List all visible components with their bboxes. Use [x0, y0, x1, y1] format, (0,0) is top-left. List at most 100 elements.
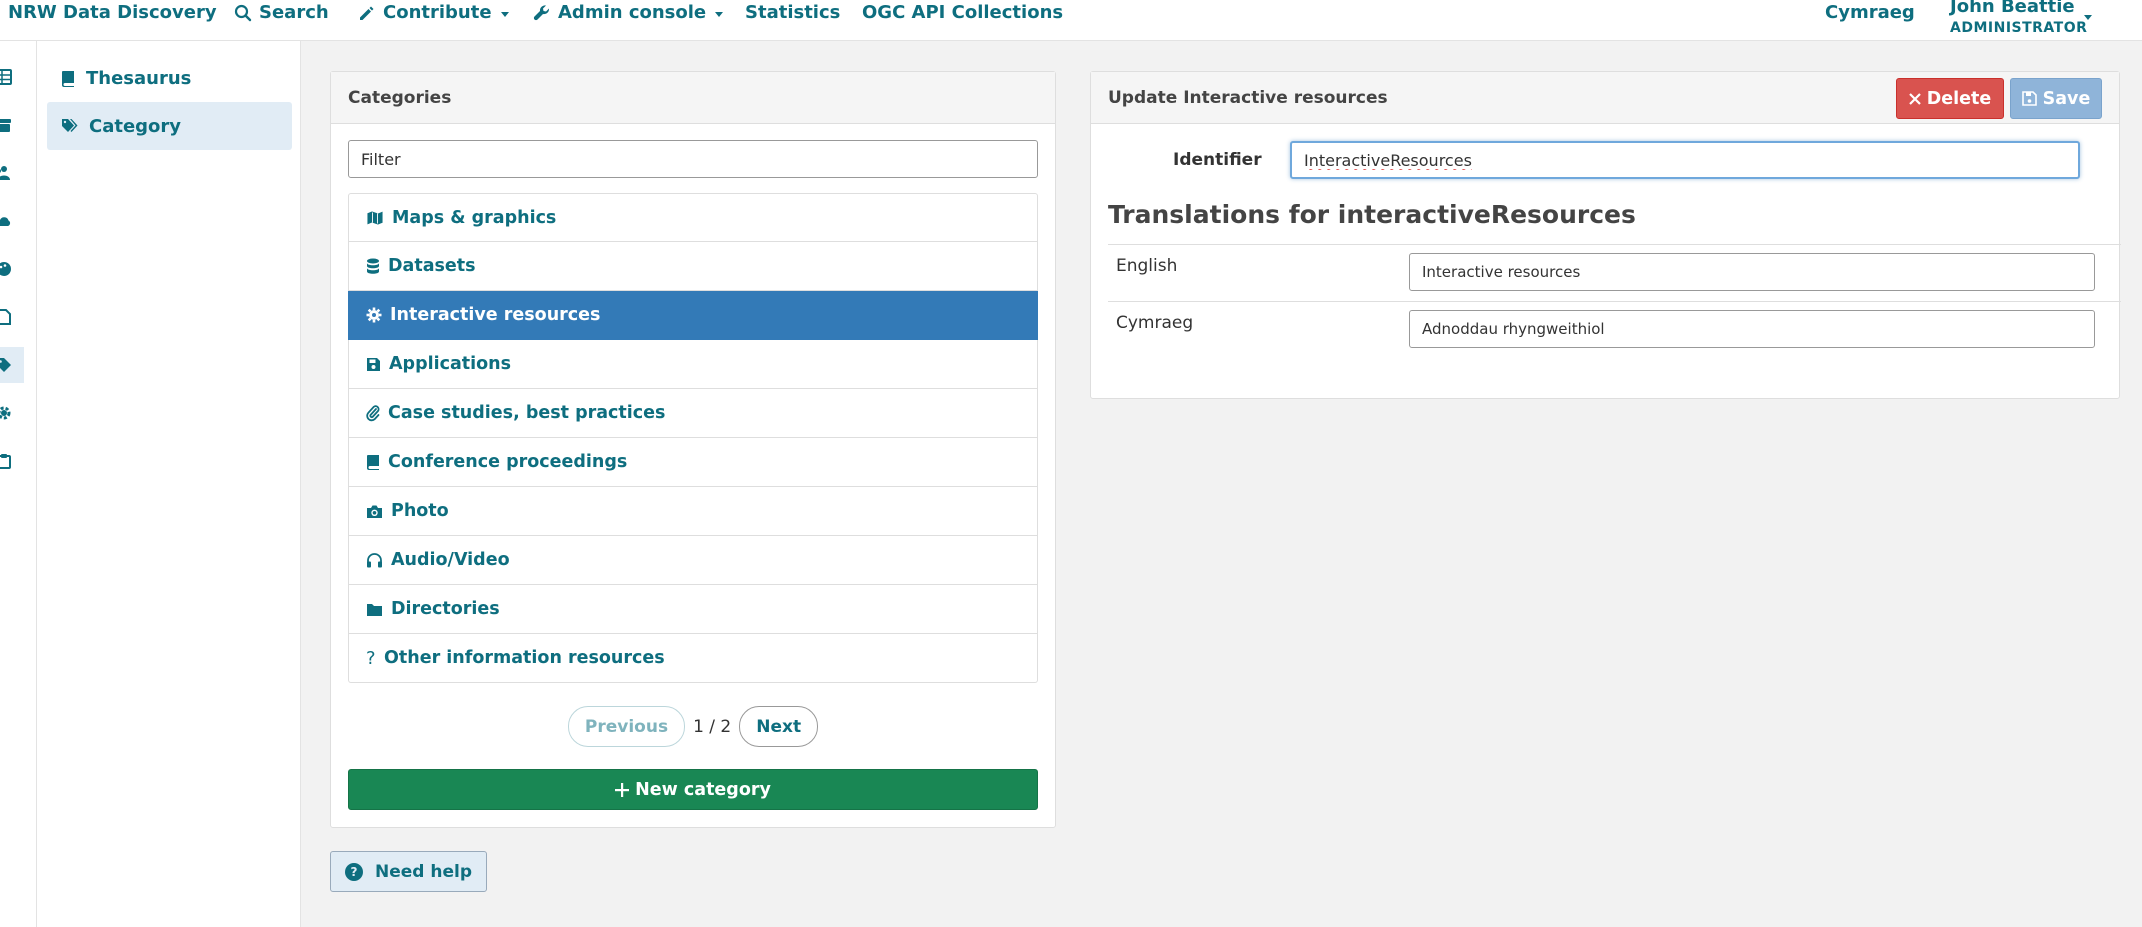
translation-english-field[interactable] — [1409, 253, 2095, 291]
category-item-other[interactable]: ? Other information resources — [348, 634, 1038, 683]
need-help-label: Need help — [375, 861, 473, 882]
brand-link[interactable]: NRW Data Discovery — [8, 0, 217, 26]
translation-row-english: English — [1108, 244, 2121, 301]
pagination: Previous 1 / 2 Next — [331, 706, 1055, 747]
identifier-field[interactable] — [1290, 141, 2080, 179]
map-icon — [366, 209, 384, 226]
search-label: Search — [259, 2, 329, 23]
update-category-panel: Update Interactive resources Delete Save… — [1090, 71, 2121, 399]
category-label: Maps & graphics — [392, 207, 557, 228]
question-circle-icon: ? — [345, 862, 363, 881]
category-label: Photo — [391, 501, 449, 521]
tags-icon — [62, 119, 78, 132]
paperclip-icon — [366, 404, 380, 421]
need-help-button[interactable]: ? Need help — [330, 851, 487, 892]
category-label: Audio/Video — [391, 550, 510, 570]
category-label: Directories — [391, 599, 500, 619]
rail-archive-button[interactable] — [0, 107, 24, 143]
rail-file-button[interactable] — [0, 299, 24, 335]
search-icon — [234, 4, 252, 22]
admin-console-menu[interactable]: Admin console — [533, 0, 724, 26]
user-role: ADMINISTRATOR — [1950, 20, 2088, 36]
headphones-icon — [367, 553, 382, 568]
previous-button[interactable]: Previous — [567, 706, 686, 747]
database-icon — [367, 258, 379, 274]
chevron-down-icon[interactable] — [2084, 15, 2092, 20]
rail-tags-button[interactable] — [0, 347, 24, 383]
archive-icon — [0, 119, 11, 132]
category-item-case-studies[interactable]: Case studies, best practices — [348, 389, 1038, 438]
category-item-photo[interactable]: Photo — [348, 487, 1038, 536]
translation-cymraeg-field[interactable] — [1409, 310, 2095, 348]
category-label: Conference proceedings — [388, 452, 628, 472]
users-icon — [0, 166, 10, 180]
icon-rail — [0, 41, 37, 927]
category-item-conference-proceedings[interactable]: Conference proceedings — [348, 438, 1038, 487]
clipboard-icon — [0, 454, 11, 469]
translations-title: Translations for interactiveResources — [1108, 200, 1636, 229]
search-link[interactable]: Search — [234, 0, 329, 26]
close-icon — [1908, 92, 1921, 105]
user-menu[interactable]: John Beattie ADMINISTRATOR — [1950, 0, 2087, 38]
admin-sidebar: Thesaurus Category — [37, 41, 301, 927]
filter-input[interactable] — [348, 140, 1038, 178]
statistics-link[interactable]: Statistics — [745, 0, 840, 26]
category-label: Case studies, best practices — [388, 403, 666, 423]
translation-row-cymraeg: Cymraeg — [1108, 301, 2121, 358]
save-button[interactable]: Save — [2010, 78, 2102, 119]
floppy-icon — [2021, 91, 2037, 106]
translations-table: English Cymraeg — [1108, 244, 2121, 358]
pencil-icon — [360, 6, 374, 20]
category-label: Applications — [389, 354, 512, 374]
rail-palette-button[interactable] — [0, 251, 24, 287]
sidebar-item-category[interactable]: Category — [47, 102, 292, 150]
cloud-icon — [0, 217, 11, 226]
contribute-menu[interactable]: Contribute — [358, 0, 509, 26]
sidebar-item-label: Thesaurus — [86, 67, 192, 89]
new-category-button[interactable]: New category — [348, 769, 1038, 810]
save-label: Save — [2042, 88, 2091, 109]
category-item-datasets[interactable]: Datasets — [348, 242, 1038, 291]
rail-cloud-button[interactable] — [0, 203, 24, 239]
sidebar-item-label: Category — [89, 115, 182, 137]
rail-clipboard-button[interactable] — [0, 443, 24, 479]
wrench-icon — [533, 5, 550, 21]
category-item-interactive-resources[interactable]: Interactive resources — [348, 291, 1038, 340]
admin-console-label: Admin console — [558, 2, 707, 23]
delete-button[interactable]: Delete — [1896, 78, 2004, 119]
palette-icon — [0, 262, 11, 276]
grid-icon — [0, 69, 12, 85]
contribute-label: Contribute — [383, 2, 492, 23]
question-icon: ? — [366, 647, 376, 669]
translation-language: English — [1116, 256, 1178, 276]
category-item-applications[interactable]: Applications — [348, 340, 1038, 389]
chevron-down-icon — [500, 11, 509, 17]
next-button[interactable]: Next — [739, 706, 819, 747]
ogc-collections-link[interactable]: OGC API Collections — [862, 0, 1063, 26]
statistics-label: Statistics — [745, 2, 841, 23]
book-icon — [367, 455, 379, 470]
language-switch[interactable]: Cymraeg — [1825, 0, 1915, 26]
gear-icon — [366, 307, 382, 323]
tags-icon — [0, 358, 11, 372]
category-item-directories[interactable]: Directories — [348, 585, 1038, 634]
rail-cog-button[interactable] — [0, 395, 24, 431]
plus-icon — [615, 782, 630, 797]
camera-icon — [367, 505, 382, 518]
categories-title: Categories — [331, 72, 1055, 124]
categories-panel: Categories Maps & graphics Datasets Inte… — [330, 71, 1056, 828]
category-label: Datasets — [388, 256, 476, 276]
category-label: Interactive resources — [390, 305, 601, 325]
rail-grid-button[interactable] — [0, 59, 24, 95]
category-list: Maps & graphics Datasets Interactive res… — [348, 193, 1038, 683]
user-name: John Beattie — [1950, 0, 2075, 17]
page-indicator: 1 / 2 — [693, 716, 732, 737]
floppy-icon — [367, 357, 380, 371]
cog-icon — [0, 406, 11, 420]
category-item-audio-video[interactable]: Audio/Video — [348, 536, 1038, 585]
category-item-maps[interactable]: Maps & graphics — [348, 193, 1038, 242]
file-icon — [0, 309, 11, 325]
sidebar-item-thesaurus[interactable]: Thesaurus — [47, 54, 292, 102]
rail-users-button[interactable] — [0, 155, 24, 191]
category-label: Other information resources — [384, 648, 665, 668]
